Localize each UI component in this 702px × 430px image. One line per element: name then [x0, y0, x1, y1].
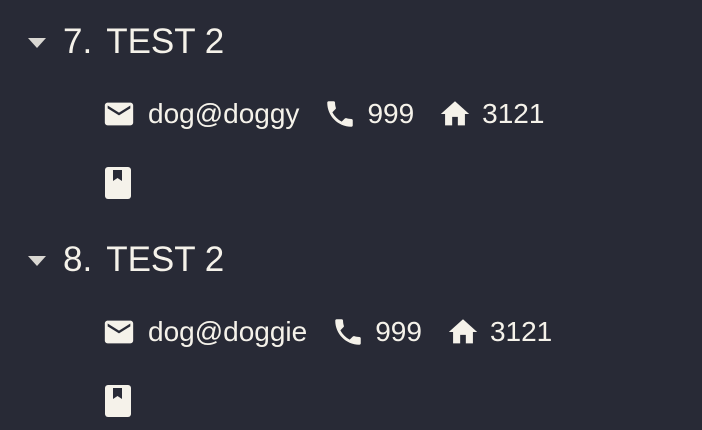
chevron-down-icon[interactable]	[28, 38, 46, 48]
phone-icon	[323, 97, 357, 131]
contact-list: 7. TEST 2 dog@doggy 999 3121 8. TEST 2 d…	[0, 0, 702, 430]
address-value: 3121	[482, 98, 545, 129]
address-field: 3121	[446, 314, 552, 350]
email-field: dog@doggie	[102, 314, 307, 350]
contact-header[interactable]: 7. TEST 2	[28, 20, 224, 64]
home-icon	[438, 97, 472, 131]
bookmark-icon[interactable]	[103, 166, 133, 200]
email-field: dog@doggy	[102, 96, 299, 132]
address-field: 3121	[438, 96, 544, 132]
contact-index: 7.	[63, 22, 93, 61]
contact-entry: 7. TEST 2 dog@doggy 999 3121	[0, 0, 702, 200]
contact-name: TEST 2	[106, 240, 225, 279]
chevron-down-icon[interactable]	[28, 256, 46, 266]
phone-value: 999	[367, 98, 415, 129]
phone-value: 999	[375, 316, 422, 347]
email-value: dog@doggie	[148, 316, 308, 347]
contact-details: dog@doggie 999 3121	[102, 312, 576, 352]
phone-field: 999	[331, 314, 422, 350]
contact-index: 8.	[63, 240, 93, 279]
email-value: dog@doggy	[148, 98, 300, 129]
mail-icon	[102, 97, 136, 131]
phone-icon	[331, 315, 365, 349]
contact-details: dog@doggy 999 3121	[102, 94, 568, 134]
contact-name: TEST 2	[106, 22, 225, 61]
contact-header[interactable]: 8. TEST 2	[28, 238, 224, 282]
phone-field: 999	[323, 96, 414, 132]
home-icon	[446, 315, 480, 349]
contact-entry: 8. TEST 2 dog@doggie 999 3121	[0, 218, 702, 418]
bookmark-icon[interactable]	[103, 384, 133, 418]
mail-icon	[102, 315, 136, 349]
address-value: 3121	[489, 316, 553, 347]
